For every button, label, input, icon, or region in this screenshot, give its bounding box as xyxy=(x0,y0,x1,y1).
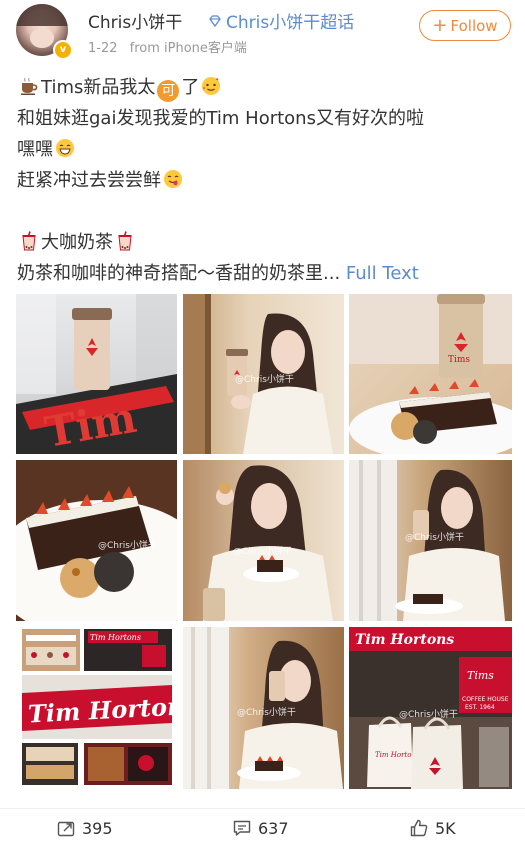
watermark: @Chris小饼干 xyxy=(405,533,464,543)
like-count: 5K xyxy=(435,818,456,838)
watermark: @Chris小饼干 xyxy=(233,547,292,557)
post-line-1: Tims新品我太可了 xyxy=(17,72,512,103)
repost-button[interactable]: 395 xyxy=(56,818,113,838)
photo-store-collage[interactable]: Tim Hortons Tim Hortons xyxy=(16,627,177,789)
post-line-6: 奶茶和咖啡的神奇搭配～香甜的奶茶里... Full Text xyxy=(17,258,512,289)
repost-icon xyxy=(57,821,75,837)
verified-badge-icon: v xyxy=(53,40,73,60)
post-line-4-text: 赶紧冲过去尝尝鲜 xyxy=(17,170,161,191)
post-line-5: 大咖奶茶 xyxy=(17,227,512,258)
post-line-3-text: 嘿嘿 xyxy=(17,139,53,160)
like-button[interactable]: 5K xyxy=(409,818,456,838)
watermark: @Chris小饼干 xyxy=(399,710,458,720)
post-source: from iPhone客户端 xyxy=(129,41,247,56)
supertopic-link[interactable]: Chris小饼干超话 xyxy=(208,8,354,33)
photo-tims-cup-logo-art: Tim xyxy=(16,294,177,454)
ke-emoji-icon: 可 xyxy=(157,80,180,102)
watermark: @Chris小饼干 xyxy=(237,708,296,718)
author-name[interactable]: Chris小饼干 xyxy=(88,8,182,33)
post-text: Tims新品我太可了 和姐妹逛gai发现我爱的Tim Hortons又有好次的啦… xyxy=(17,72,512,289)
supertopic-label: Chris小饼干超话 xyxy=(226,13,355,33)
comment-count: 637 xyxy=(258,818,289,838)
repost-count: 395 xyxy=(82,818,113,838)
grin-emoji-icon xyxy=(56,139,74,157)
diamond-icon xyxy=(209,14,221,27)
photo-girl-cake-1-art xyxy=(203,465,333,621)
coffee-cup-icon xyxy=(21,77,38,95)
action-bar: 395 637 5K xyxy=(0,808,525,848)
post-line-1-suffix: 了 xyxy=(181,77,200,98)
svg-text:Tim Hortons: Tim Hortons xyxy=(90,633,141,642)
watermark: @Chris小饼干 xyxy=(235,375,294,385)
svg-text:COFFEE HOUSE: COFFEE HOUSE xyxy=(462,696,509,703)
photo-cake-cup[interactable]: Tims xyxy=(349,294,512,454)
photo-store-collage-art: Tim Hortons Tim Hortons xyxy=(22,629,177,785)
svg-text:Tims: Tims xyxy=(467,669,494,682)
photo-cake-cup-art: Tims xyxy=(349,294,512,454)
photo-girl-cup-1[interactable]: @Chris小饼干 xyxy=(183,294,344,454)
love-face-emoji-icon xyxy=(202,77,221,95)
bubble-tea-icon xyxy=(118,231,132,251)
comment-button[interactable]: 637 xyxy=(232,818,289,838)
post-line-2: 和姐妹逛gai发现我爱的Tim Hortons又有好次的啦 xyxy=(17,108,424,129)
photo-cake-closeup[interactable]: @Chris小饼干 xyxy=(16,460,177,621)
post-header: v Chris小饼干 Chris小饼干超话 1-22 from iPhone客户… xyxy=(0,0,525,70)
svg-text:Tims: Tims xyxy=(448,355,470,365)
follow-label: Follow xyxy=(450,16,498,35)
full-text-link[interactable]: Full Text xyxy=(346,263,419,284)
bubble-tea-icon xyxy=(22,231,36,251)
svg-text:EST. 1964: EST. 1964 xyxy=(465,704,495,711)
post-meta: 1-22 from iPhone客户端 xyxy=(88,37,255,56)
photo-girl-window[interactable]: @Chris小饼干 xyxy=(349,460,512,621)
plus-icon: + xyxy=(432,14,448,36)
yum-emoji-icon xyxy=(164,170,182,188)
photo-girl-cake-2[interactable]: @Chris小饼干 xyxy=(183,627,344,789)
image-grid: Tim @Chris小饼干 Tims @Chris小饼干 @Chris小饼干 @… xyxy=(16,294,512,789)
post-line-5-text: 大咖奶茶 xyxy=(41,232,113,253)
watermark: @Chris小饼干 xyxy=(98,541,157,551)
post-line-4: 赶紧冲过去尝尝鲜 xyxy=(17,165,512,196)
post-line-1-prefix: Tims新品我太 xyxy=(41,77,156,98)
post-line-6-text: 奶茶和咖啡的神奇搭配～香甜的奶茶里... xyxy=(17,263,341,284)
photo-girl-cake-1[interactable]: @Chris小饼干 xyxy=(183,460,344,621)
comment-icon xyxy=(233,820,251,836)
svg-text:Tim Hortons: Tim Hortons xyxy=(355,632,454,648)
follow-button[interactable]: + Follow xyxy=(419,10,511,41)
photo-store-bags[interactable]: Tim Hortons Tims COFFEE HOUSE EST. 1964 … xyxy=(349,627,512,789)
photo-tims-cup-logo[interactable]: Tim xyxy=(16,294,177,454)
thumbs-up-icon xyxy=(410,819,428,837)
post-line-3: 嘿嘿 xyxy=(17,134,512,165)
post-date: 1-22 xyxy=(88,41,118,56)
